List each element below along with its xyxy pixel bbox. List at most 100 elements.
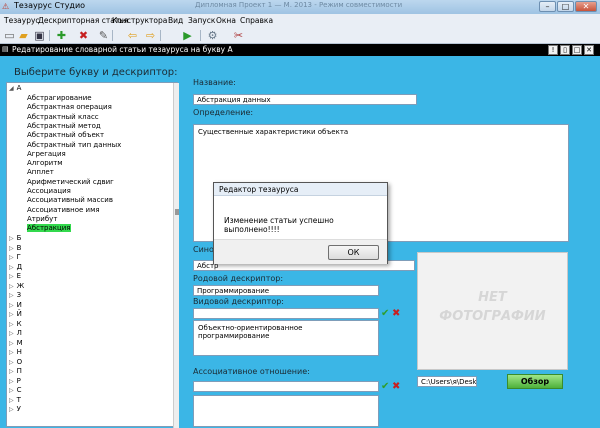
child-maximize-button[interactable]: □ — [572, 45, 582, 55]
expand-icon[interactable]: ▷ — [9, 406, 14, 413]
tree-node-letter[interactable]: ▷ Д — [9, 263, 22, 271]
tree-node-letter[interactable]: ▷ З — [9, 291, 21, 299]
tree-item[interactable]: Апплет — [27, 168, 54, 176]
remove-associative-icon[interactable]: ✖ — [392, 382, 400, 392]
tree-node-letter[interactable]: ▷ В — [9, 244, 21, 252]
restore-button[interactable]: ▯ — [560, 45, 570, 55]
window-close-button[interactable]: ✕ — [575, 1, 597, 12]
menu-item-thesaurus[interactable]: Тезаурус — [4, 16, 40, 25]
add-icon[interactable]: ✚ — [55, 29, 68, 42]
child-close-button[interactable]: ✕ — [584, 45, 594, 55]
generic-descriptor-input[interactable]: Программирование — [193, 285, 379, 296]
menu-item-run[interactable]: Запуск — [188, 16, 215, 25]
save-icon[interactable]: ▣ — [33, 29, 46, 42]
tree-node-letter[interactable]: ▷ К — [9, 320, 22, 328]
tree-item[interactable]: Абстрактный класс — [27, 113, 99, 121]
tools-icon[interactable]: ✂ — [232, 29, 245, 42]
tree-node-letter[interactable]: ▷ Л — [9, 329, 22, 337]
expand-icon[interactable]: ▷ — [9, 397, 14, 404]
forward-arrow-icon[interactable]: ⇨ — [144, 29, 157, 42]
descriptor-tree[interactable]: ◢ А Абстрагирование Абстрактная операция … — [6, 82, 179, 428]
tree-item[interactable]: Абстрагирование — [27, 94, 92, 102]
specific-descriptor-list[interactable]: Объектно-ориентированное программировани… — [193, 320, 379, 356]
tree-item[interactable]: Абстрактная операция — [27, 103, 112, 111]
tree-node-letter[interactable]: ▷ Б — [9, 234, 21, 242]
tree-node-letter[interactable]: ▷ М — [9, 339, 23, 347]
tree-node-root[interactable]: ◢ А — [9, 84, 21, 92]
tree-item[interactable]: Агрегация — [27, 150, 66, 158]
specific-descriptor-input[interactable] — [193, 308, 379, 319]
delete-icon[interactable]: ✖ — [77, 29, 90, 42]
associative-relation-list[interactable] — [193, 395, 379, 427]
associative-relation-input[interactable] — [193, 381, 379, 392]
expand-icon[interactable]: ▷ — [9, 359, 14, 366]
tree-node-letter[interactable]: ▷ Н — [9, 348, 22, 356]
tree-item[interactable]: Алгоритм — [27, 159, 63, 167]
tree-node-letter[interactable]: ▷ У — [9, 405, 21, 413]
sidebar-header: Выберите букву и дескриптор: — [14, 67, 178, 78]
remove-specific-icon[interactable]: ✖ — [392, 309, 400, 319]
new-document-icon[interactable]: ▭ — [3, 29, 16, 42]
tree-node-letter[interactable]: ▷ Ж — [9, 282, 24, 290]
expand-icon[interactable]: ▷ — [9, 311, 14, 318]
menu-item-windows[interactable]: Окна — [216, 16, 236, 25]
menu-bar: Тезаурус Дескрипторная статья Конструкто… — [0, 14, 600, 28]
tree-item[interactable]: Арифметический сдвиг — [27, 178, 114, 186]
tree-item[interactable]: Абстрактный метод — [27, 122, 101, 130]
menu-item-help[interactable]: Справка — [240, 16, 273, 25]
tree-node-letter[interactable]: ▷ О — [9, 358, 22, 366]
tree-item[interactable]: Абстрактный тип данных — [27, 141, 121, 149]
expand-icon[interactable]: ▷ — [9, 340, 14, 347]
dialog-title-bar: Редактор тезауруса — [214, 183, 387, 196]
ok-button[interactable]: ОК — [328, 245, 379, 260]
tree-scrollbar[interactable] — [173, 83, 179, 428]
expand-icon[interactable]: ▷ — [9, 245, 14, 252]
expand-icon[interactable]: ▷ — [9, 273, 14, 280]
tree-node-letter[interactable]: ▷ Е — [9, 272, 21, 280]
menu-item-view[interactable]: Вид — [168, 16, 183, 25]
info-button[interactable]: ! — [548, 45, 558, 55]
collapse-icon[interactable]: ◢ — [9, 85, 14, 92]
window-minimize-button[interactable]: – — [539, 1, 556, 12]
tree-node-letter[interactable]: ▷ Г — [9, 253, 21, 261]
tree-node-letter[interactable]: ▷ Р — [9, 377, 21, 385]
photo-placeholder: НЕТ ФОТОГРАФИИ — [417, 252, 568, 370]
run-icon[interactable]: ▶ — [181, 29, 194, 42]
menu-item-constructor[interactable]: Конструктора — [112, 16, 167, 25]
expand-icon[interactable]: ▷ — [9, 292, 14, 299]
browse-button[interactable]: Обзор — [507, 374, 563, 389]
scrollbar-thumb[interactable] — [175, 209, 179, 215]
photo-path-input[interactable]: C:\Users\я\Deskto — [417, 376, 477, 387]
tree-item[interactable]: Ассоциативное имя — [27, 206, 100, 214]
tree-node-letter[interactable]: ▷ Т — [9, 396, 21, 404]
tree-node-letter[interactable]: ▷ И — [9, 301, 22, 309]
tree-item[interactable]: Атрибут — [27, 215, 57, 223]
expand-icon[interactable]: ▷ — [9, 349, 14, 356]
tree-node-letter[interactable]: ▷ Й — [9, 310, 22, 318]
confirm-specific-icon[interactable]: ✔ — [381, 309, 389, 319]
expand-icon[interactable]: ▷ — [9, 283, 14, 290]
open-folder-icon[interactable]: ▰ — [17, 29, 30, 42]
expand-icon[interactable]: ▷ — [9, 368, 14, 375]
tree-item[interactable]: Ассоциация — [27, 187, 71, 195]
tree-item[interactable]: Ассоциативный массив — [27, 196, 113, 204]
expand-icon[interactable]: ▷ — [9, 387, 14, 394]
expand-icon[interactable]: ▷ — [9, 330, 14, 337]
list-item[interactable]: Объектно-ориентированное программировани… — [198, 324, 374, 340]
expand-icon[interactable]: ▷ — [9, 302, 14, 309]
search-icon[interactable]: ⚙ — [206, 29, 219, 42]
expand-icon[interactable]: ▷ — [9, 254, 14, 261]
expand-icon[interactable]: ▷ — [9, 264, 14, 271]
expand-icon[interactable]: ▷ — [9, 235, 14, 242]
window-maximize-button[interactable]: □ — [557, 1, 574, 12]
tree-node-letter[interactable]: ▷ П — [9, 367, 22, 375]
tree-node-letter[interactable]: ▷ С — [9, 386, 22, 394]
expand-icon[interactable]: ▷ — [9, 321, 14, 328]
tree-item-selected[interactable]: Абстракция — [27, 224, 71, 233]
confirm-associative-icon[interactable]: ✔ — [381, 382, 389, 392]
expand-icon[interactable]: ▷ — [9, 378, 14, 385]
tree-item[interactable]: Абстрактный объект — [27, 131, 104, 139]
name-input[interactable]: Абстракция данных — [193, 94, 417, 105]
back-arrow-icon[interactable]: ⇦ — [126, 29, 139, 42]
edit-icon[interactable]: ✎ — [97, 29, 110, 42]
